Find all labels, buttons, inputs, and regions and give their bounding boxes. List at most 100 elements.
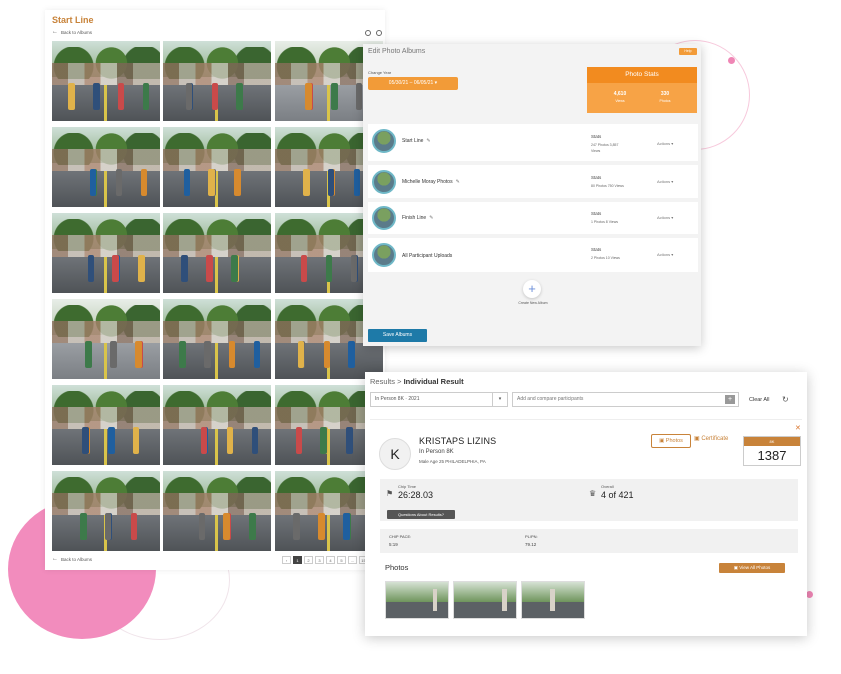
result-card: ✕ K KRISTAPS LIZINS In Person 8K Male Ag…: [370, 419, 802, 631]
album-cover-thumbnail: [372, 206, 396, 230]
page-1[interactable]: 1: [293, 556, 302, 564]
create-album-label[interactable]: Create New Album: [513, 301, 553, 305]
questions-about-results-button[interactable]: Questions About Results?: [387, 510, 455, 519]
album-row[interactable]: Finish Line ✎ Stats 1 Photos 8 Views Acti…: [368, 202, 698, 234]
decorative-dot: [728, 57, 735, 64]
page-4[interactable]: 4: [326, 556, 335, 564]
photos-button[interactable]: ▣ Photos: [651, 434, 691, 448]
avatar: K: [379, 438, 411, 470]
chip-pace-label: CHIP PACE:: [389, 534, 412, 539]
view-all-photos-button[interactable]: ▣ View All Photos: [719, 563, 785, 573]
album-row[interactable]: Start Line ✎ Stats 247 Photos 3,857 Views…: [368, 124, 698, 161]
actions-dropdown[interactable]: Actions ▾: [657, 252, 673, 257]
individual-result-panel: Results > Individual Result In Person 8K…: [365, 372, 807, 636]
actions-dropdown[interactable]: Actions ▾: [657, 179, 673, 184]
bib-label: 8K: [744, 437, 800, 446]
back-link-label: Back to Albums: [61, 556, 93, 562]
add-participant-plus-icon[interactable]: +: [725, 395, 735, 404]
album-name: Start Line ✎: [402, 138, 431, 144]
album-cover-thumbnail: [372, 243, 396, 267]
back-to-albums-link[interactable]: ← Back to Albums: [52, 29, 92, 35]
album-name: Michelle Moray Photos ✎: [402, 179, 460, 185]
album-title: Start Line: [52, 15, 94, 25]
album-gallery-panel: Start Line ← Back to Albums ← Back to Al…: [45, 10, 385, 570]
compare-participants-input[interactable]: Add and compare participants +: [512, 392, 739, 407]
overall-label: Overall: [601, 484, 614, 489]
gallery-photo-thumbnail[interactable]: [52, 41, 160, 121]
photo-stats-card: Photo Stats 4,610 Views 330 Photos: [587, 67, 697, 113]
gallery-photo-thumbnail[interactable]: [163, 299, 271, 379]
pace-box: CHIP PACE: 5:19 PL/PN: 79.12: [380, 529, 798, 553]
participant-details: Male Age 25 PHILADELPHIA, PA: [419, 459, 486, 464]
gallery-photo-thumbnail[interactable]: [52, 299, 160, 379]
actions-dropdown[interactable]: Actions ▾: [657, 215, 673, 220]
stats-value: 1 Photos 8 Views: [591, 220, 618, 224]
edit-icon[interactable]: ✎: [426, 138, 430, 144]
album-name: All Participant Uploads: [402, 253, 453, 259]
save-albums-button[interactable]: Save Albums: [368, 329, 427, 342]
gallery-photo-thumbnail[interactable]: [163, 41, 271, 121]
stats-value: Views: [591, 149, 601, 153]
overall-value: 4 of 421: [601, 490, 634, 500]
page-2[interactable]: 2: [304, 556, 313, 564]
panel-title: Edit Photo Albums: [368, 48, 426, 55]
views-count: 4,610: [613, 91, 627, 97]
stats-value: 2 Photos 10 Views: [591, 256, 620, 260]
album-row[interactable]: All Participant Uploads Stats 2 Photos 1…: [368, 238, 698, 272]
trophy-icon: ♛: [589, 489, 597, 498]
stats-label: Stats: [591, 211, 602, 216]
album-row[interactable]: Michelle Moray Photos ✎ Stats 80 Photos 7…: [368, 165, 698, 198]
flag-icon: ⚑: [386, 489, 394, 498]
plpn-label: PL/PN:: [525, 534, 538, 539]
decorative-dot: [806, 591, 813, 598]
arrow-left-icon: ←: [52, 29, 58, 35]
edit-icon[interactable]: ✎: [429, 215, 433, 221]
stats-label: Stats: [591, 134, 602, 139]
change-year-label: Change Year: [368, 70, 392, 75]
page-ellipsis: ...: [348, 556, 357, 564]
refresh-icon[interactable]: ↻: [782, 395, 789, 404]
bib-number: 1387: [757, 448, 787, 463]
page-prev[interactable]: ‹: [282, 556, 291, 564]
stats-label: Stats: [591, 247, 602, 252]
chip-time-value: 26:28.03: [398, 490, 434, 500]
edit-photo-albums-panel: Edit Photo Albums Help Change Year 05/30…: [363, 44, 701, 346]
settings-icon[interactable]: [365, 30, 371, 36]
photos-heading: Photos: [385, 563, 409, 572]
result-photo-thumbnail[interactable]: [453, 581, 517, 619]
event-select[interactable]: In Person 8K · 2021 ▾: [370, 392, 508, 407]
gallery-photo-thumbnail[interactable]: [52, 471, 160, 551]
page-5[interactable]: 5: [337, 556, 346, 564]
certificate-button[interactable]: ▣ Certificate: [694, 435, 728, 442]
chip-pace-value: 5:19: [389, 542, 398, 547]
result-photo-thumbnail[interactable]: [521, 581, 585, 619]
back-to-albums-link-bottom[interactable]: ← Back to Albums: [52, 556, 92, 562]
actions-dropdown[interactable]: Actions ▾: [657, 141, 673, 146]
edit-icon[interactable]: ✎: [456, 179, 460, 185]
gallery-photo-thumbnail[interactable]: [52, 385, 160, 465]
download-icon[interactable]: [376, 30, 382, 36]
album-cover-thumbnail: [372, 170, 396, 194]
photos-count: 330: [660, 91, 670, 97]
year-range-dropdown[interactable]: 05/30/21 – 06/05/21 ▾: [368, 77, 458, 90]
close-icon[interactable]: ✕: [795, 424, 801, 432]
gallery-photo-thumbnail[interactable]: [52, 127, 160, 207]
clear-all-button[interactable]: Clear All: [749, 397, 769, 403]
photo-stats-title: Photo Stats: [587, 67, 697, 83]
image-icon: ▣: [659, 438, 666, 444]
gallery-photo-thumbnail[interactable]: [163, 385, 271, 465]
stats-value: 247 Photos 3,857: [591, 143, 619, 147]
breadcrumb-results-link[interactable]: Results >: [370, 377, 404, 386]
breadcrumb: Results > Individual Result: [370, 377, 464, 386]
gallery-photo-thumbnail[interactable]: [163, 213, 271, 293]
result-photo-thumbnail[interactable]: [385, 581, 449, 619]
photos-label: Photos: [659, 99, 671, 103]
help-button[interactable]: Help: [679, 48, 697, 55]
page-3[interactable]: 3: [315, 556, 324, 564]
gallery-photo-thumbnail[interactable]: [52, 213, 160, 293]
gallery-photo-thumbnail[interactable]: [163, 471, 271, 551]
create-album-plus-icon[interactable]: +: [523, 280, 541, 298]
stats-label: Stats: [591, 175, 602, 180]
participant-name: KRISTAPS LIZINS: [419, 436, 497, 446]
gallery-photo-thumbnail[interactable]: [163, 127, 271, 207]
